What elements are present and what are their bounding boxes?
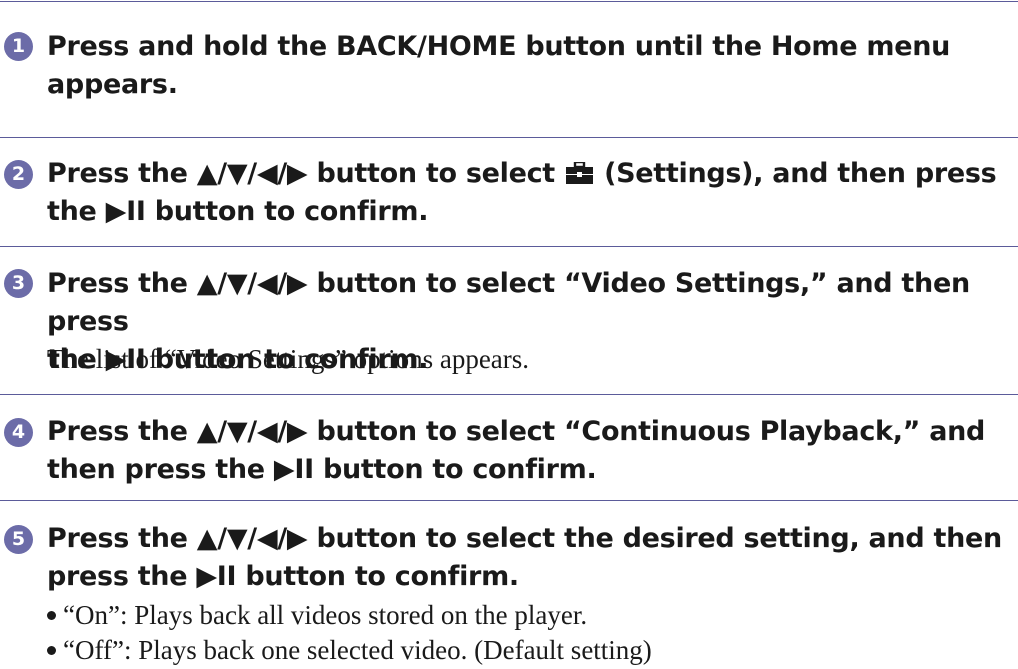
- bullet-item: “On”: Plays back all videos stored on th…: [47, 597, 1007, 633]
- bullet-text: “Off”: Plays back one selected video. (D…: [63, 635, 652, 665]
- divider: [0, 1, 1018, 2]
- divider: [0, 137, 1018, 138]
- step-heading: Press the ▲/▼/◀/▶ button to select (Sett…: [47, 155, 1007, 231]
- bullet-text: “On”: Plays back all videos stored on th…: [63, 600, 588, 630]
- step-heading-line: the ▶II button to confirm.: [47, 196, 429, 227]
- step-number: 5: [4, 525, 33, 554]
- step-heading-line: Press the ▲/▼/◀/▶ button to select “Vide…: [47, 268, 970, 337]
- step-number: 4: [4, 418, 33, 447]
- step-heading-text: Press the ▲/▼/◀/▶ button to select: [47, 158, 564, 189]
- step-heading-line: Press and hold the BACK/HOME button unti…: [47, 31, 951, 62]
- step-heading: Press the ▲/▼/◀/▶ button to select “Cont…: [47, 413, 1007, 489]
- step-number: 2: [4, 160, 33, 189]
- divider: [0, 394, 1018, 395]
- step-heading-line: Press the ▲/▼/◀/▶ button to select the d…: [47, 523, 1002, 554]
- step-number: 1: [4, 32, 33, 61]
- step-heading: Press the ▲/▼/◀/▶ button to select the d…: [47, 520, 1007, 596]
- bullet-dot: [47, 646, 56, 656]
- step-description: The list of “Video Settings” options app…: [47, 344, 530, 374]
- step-heading-text: (Settings), and then press: [595, 158, 997, 189]
- step-heading-line: Press the ▲/▼/◀/▶ button to select “Cont…: [47, 416, 986, 447]
- step-heading-line: press the ▶II button to confirm.: [47, 561, 519, 592]
- settings-toolbox-icon: [566, 162, 593, 184]
- step-heading-line: then press the ▶II button to confirm.: [47, 454, 597, 485]
- bullet-dot: [47, 611, 56, 621]
- step-heading-line: appears.: [47, 69, 178, 100]
- step-heading-line: Press the ▲/▼/◀/▶ button to select (Sett…: [47, 155, 1007, 193]
- step-number: 3: [4, 269, 33, 298]
- bullet-item: “Off”: Plays back one selected video. (D…: [47, 632, 1007, 668]
- step-heading: Press and hold the BACK/HOME button unti…: [47, 28, 1007, 104]
- divider: [0, 500, 1018, 501]
- divider: [0, 246, 1018, 247]
